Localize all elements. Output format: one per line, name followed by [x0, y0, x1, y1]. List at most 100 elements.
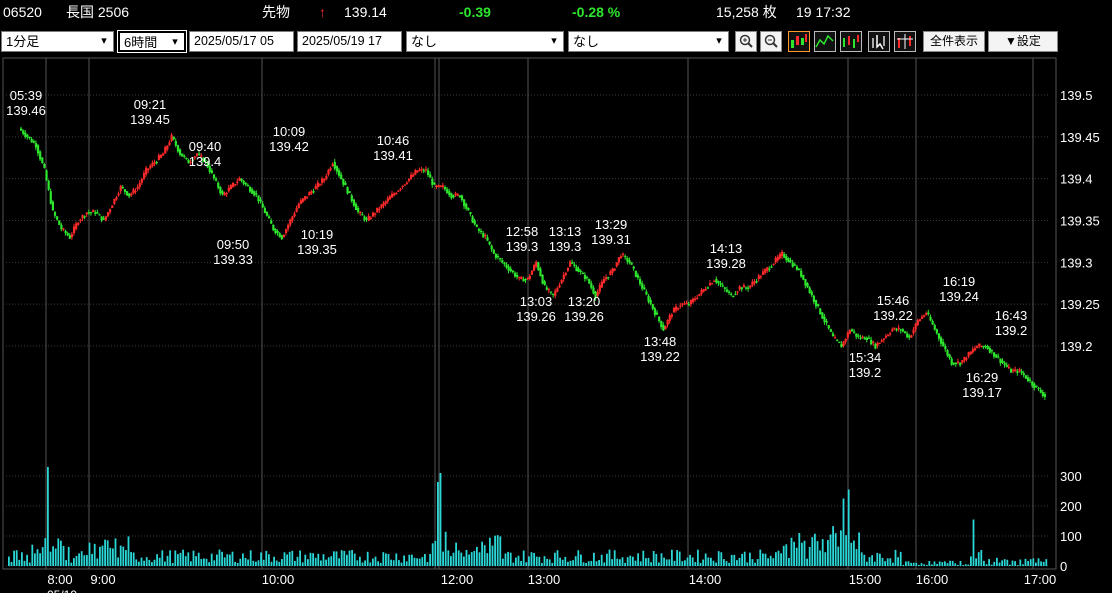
candle-body [952, 362, 955, 365]
candle-body [927, 312, 930, 315]
candle-body [45, 170, 48, 181]
volume-bar [538, 556, 541, 566]
candle-body [1009, 369, 1013, 373]
candle-body [1039, 389, 1042, 393]
candle-body [889, 333, 892, 335]
volume-bar [151, 562, 153, 566]
candle-body [976, 346, 979, 349]
crosshair-button[interactable] [894, 31, 916, 52]
bar-chart-icon [843, 35, 859, 48]
candle-body [872, 341, 875, 343]
volume-bar [143, 560, 145, 566]
candle-body [450, 193, 453, 198]
volume-bar [281, 559, 283, 566]
candle-body [916, 320, 919, 326]
volume-bar [593, 552, 595, 566]
span-select[interactable]: 6時間 ▾ [117, 30, 187, 53]
candle-body [995, 354, 998, 358]
candle-body [134, 191, 137, 193]
candle-body [431, 178, 434, 185]
candle-body [382, 202, 385, 206]
volume-bar [551, 562, 554, 566]
candle-body [106, 212, 110, 217]
candle-body [1029, 379, 1032, 381]
from-date-input[interactable]: 2025/05/17 05 [189, 31, 294, 52]
volume-bar [15, 550, 18, 566]
candle-body [456, 194, 459, 196]
annotation-price: 139.45 [130, 112, 170, 127]
annotation-price: 139.3 [549, 239, 582, 254]
candle-body [997, 356, 1000, 358]
settings-button[interactable]: ▼設定 [988, 31, 1058, 52]
volume-bar [899, 551, 902, 566]
volume-bar [788, 558, 790, 566]
to-date-input[interactable]: 2025/05/19 17 [297, 31, 402, 52]
indicator1-select[interactable]: なし ▾ [406, 31, 564, 52]
candle-body [471, 216, 474, 223]
line-chart-button[interactable] [814, 31, 836, 52]
candle-body [365, 218, 368, 220]
candle-body [454, 193, 457, 196]
price-tick-label: 139.45 [1060, 130, 1100, 145]
candle-body [768, 268, 771, 270]
volume-bar [307, 559, 309, 566]
candle-body [925, 313, 928, 315]
candle-body [906, 333, 909, 338]
volume-bar [980, 550, 983, 566]
candle-body [361, 214, 364, 216]
volume-bar [210, 553, 213, 566]
zoom-out-button[interactable] [760, 31, 782, 52]
volume-bar [426, 561, 429, 566]
candlestick-chart-button[interactable] [788, 31, 810, 52]
candle-body [810, 291, 813, 296]
cursor-chart-button[interactable] [868, 31, 890, 52]
candle-body [636, 274, 640, 278]
candle-body [624, 256, 627, 258]
candle-body [340, 174, 343, 180]
candle-body [1022, 373, 1025, 376]
volume-bar [1035, 562, 1037, 566]
candle-body [412, 174, 415, 177]
show-all-button[interactable]: 全件表示 [923, 31, 986, 52]
zoom-in-button[interactable] [735, 31, 757, 52]
candle-body [770, 266, 773, 268]
candle-body [742, 285, 746, 288]
volume-bar [543, 556, 546, 566]
volume-bar [247, 559, 249, 566]
volume-bar [213, 560, 216, 566]
candle-body [838, 341, 841, 344]
candle-body [969, 351, 972, 355]
indicator2-select[interactable]: なし ▾ [568, 31, 729, 52]
candle-body [638, 279, 642, 285]
volume-bar [1032, 558, 1035, 566]
volume-bar [746, 562, 749, 566]
interval-select[interactable]: 1分足 ▾ [1, 31, 114, 52]
volume-bar [759, 549, 762, 566]
last-price: 139.14 [344, 4, 387, 20]
candle-body [240, 178, 243, 181]
volume-bar [80, 551, 83, 566]
volume-bar [231, 551, 234, 566]
candle-body [227, 187, 230, 192]
candle-body [496, 256, 500, 258]
price-chart[interactable]: 05:39139.46 09:21139.4509:40139.409:50139… [0, 56, 1112, 593]
candle-body [492, 249, 495, 254]
volume-bar [962, 565, 964, 566]
candle-body [185, 157, 188, 159]
volume-bar [619, 559, 621, 566]
volume-bar [49, 551, 52, 566]
volume-bar [377, 561, 379, 566]
candle-body [437, 184, 440, 188]
candle-body [592, 287, 595, 294]
candle-body [242, 180, 245, 184]
volume-tick-label: 300 [1060, 469, 1082, 484]
annotation-time: 09:40 [189, 139, 222, 154]
candle-body [30, 138, 33, 143]
volume-bar [967, 564, 970, 566]
volume-bar [75, 555, 78, 566]
candle-body [552, 293, 555, 295]
annotation-price: 139.41 [373, 148, 413, 163]
candle-body [166, 145, 169, 150]
candle-body [1012, 370, 1015, 372]
bar-chart-button[interactable] [840, 31, 862, 52]
